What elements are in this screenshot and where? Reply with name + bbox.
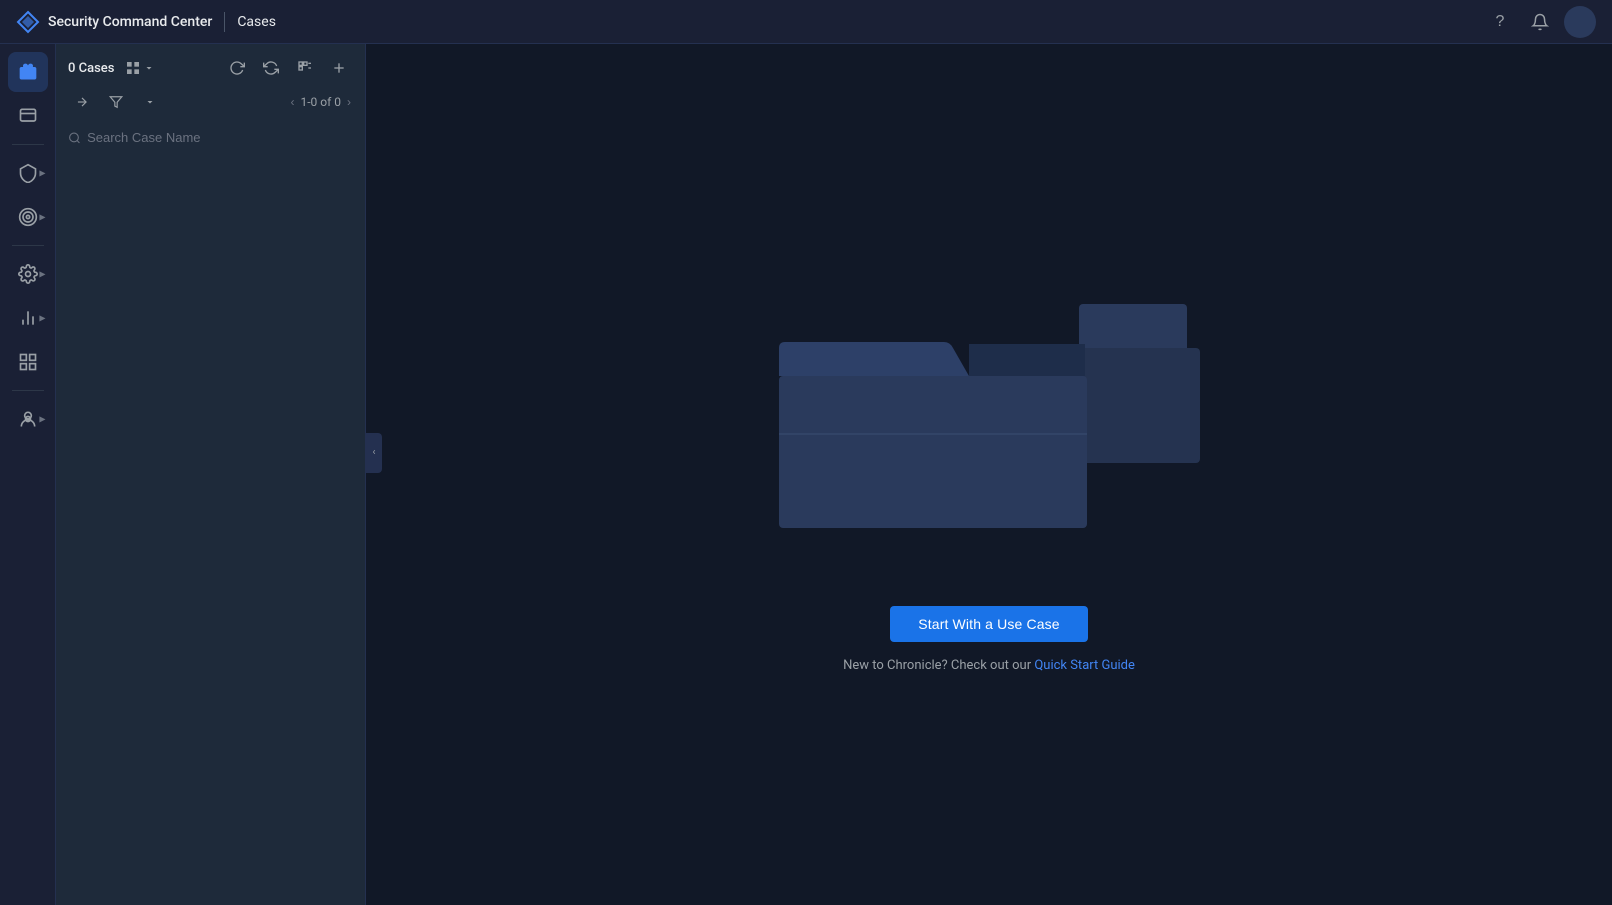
refresh-button[interactable] <box>223 54 251 82</box>
sidebar-divider-2 <box>12 245 44 246</box>
top-nav: Security Command Center Cases ? <box>0 0 1612 44</box>
search-icon <box>68 131 81 145</box>
nav-actions: ? <box>1484 6 1596 38</box>
sidebar: ▶ ▶ ▶ ▶ <box>0 44 56 905</box>
sidebar-item-cases[interactable] <box>8 52 48 92</box>
pagination-text: 1-0 of 0 <box>300 95 341 109</box>
view-toggle-button[interactable] <box>120 57 160 79</box>
cases-toolbar: 0 Cases <box>56 44 365 88</box>
prev-page-button[interactable]: ‹ <box>288 93 296 111</box>
sync-button[interactable] <box>257 54 285 82</box>
sidebar-item-dashboard[interactable] <box>8 342 48 382</box>
start-use-case-button[interactable]: Start With a Use Case <box>890 606 1087 642</box>
page-title: Cases <box>237 14 276 30</box>
notifications-button[interactable] <box>1524 6 1556 38</box>
help-button[interactable]: ? <box>1484 6 1516 38</box>
search-box <box>56 124 365 151</box>
next-page-button[interactable]: › <box>345 93 353 111</box>
group-button[interactable] <box>291 54 319 82</box>
cta-text-prefix: New to Chronicle? Check out our <box>843 658 1034 673</box>
filter-edit-button[interactable] <box>68 88 96 116</box>
empty-state-illustration <box>769 276 1209 546</box>
cases-panel: 0 Cases <box>56 44 366 905</box>
sidebar-divider-3 <box>12 390 44 391</box>
add-button[interactable] <box>325 54 353 82</box>
search-input[interactable] <box>87 130 353 145</box>
sidebar-divider-1 <box>12 144 44 145</box>
quick-start-link[interactable]: Quick Start Guide <box>1034 658 1135 673</box>
app-name: Security Command Center <box>48 14 212 30</box>
filter-button[interactable] <box>102 88 130 116</box>
nav-divider <box>224 12 225 32</box>
sidebar-item-radar[interactable]: ▶ <box>8 197 48 237</box>
app-logo: Security Command Center <box>16 10 212 34</box>
sidebar-item-settings[interactable]: ▶ <box>8 254 48 294</box>
user-avatar[interactable] <box>1564 6 1596 38</box>
sidebar-item-alerts[interactable] <box>8 96 48 136</box>
cases-toolbar-2: ‹ 1-0 of 0 › <box>56 88 365 124</box>
main-content: Start With a Use Case New to Chronicle? … <box>366 44 1612 905</box>
folder-svg <box>769 276 1209 546</box>
logo-icon <box>16 10 40 34</box>
cases-count: 0 Cases <box>68 61 114 76</box>
sidebar-item-admin[interactable]: ▶ <box>8 399 48 439</box>
pagination: ‹ 1-0 of 0 › <box>288 93 353 111</box>
sidebar-item-reports[interactable]: ▶ <box>8 298 48 338</box>
cta-description: New to Chronicle? Check out our Quick St… <box>843 658 1135 673</box>
collapse-panel-button[interactable]: ‹ <box>366 433 382 473</box>
filter-chevron-button[interactable] <box>136 88 164 116</box>
sidebar-item-security[interactable]: ▶ <box>8 153 48 193</box>
cta-section: Start With a Use Case New to Chronicle? … <box>843 606 1135 673</box>
